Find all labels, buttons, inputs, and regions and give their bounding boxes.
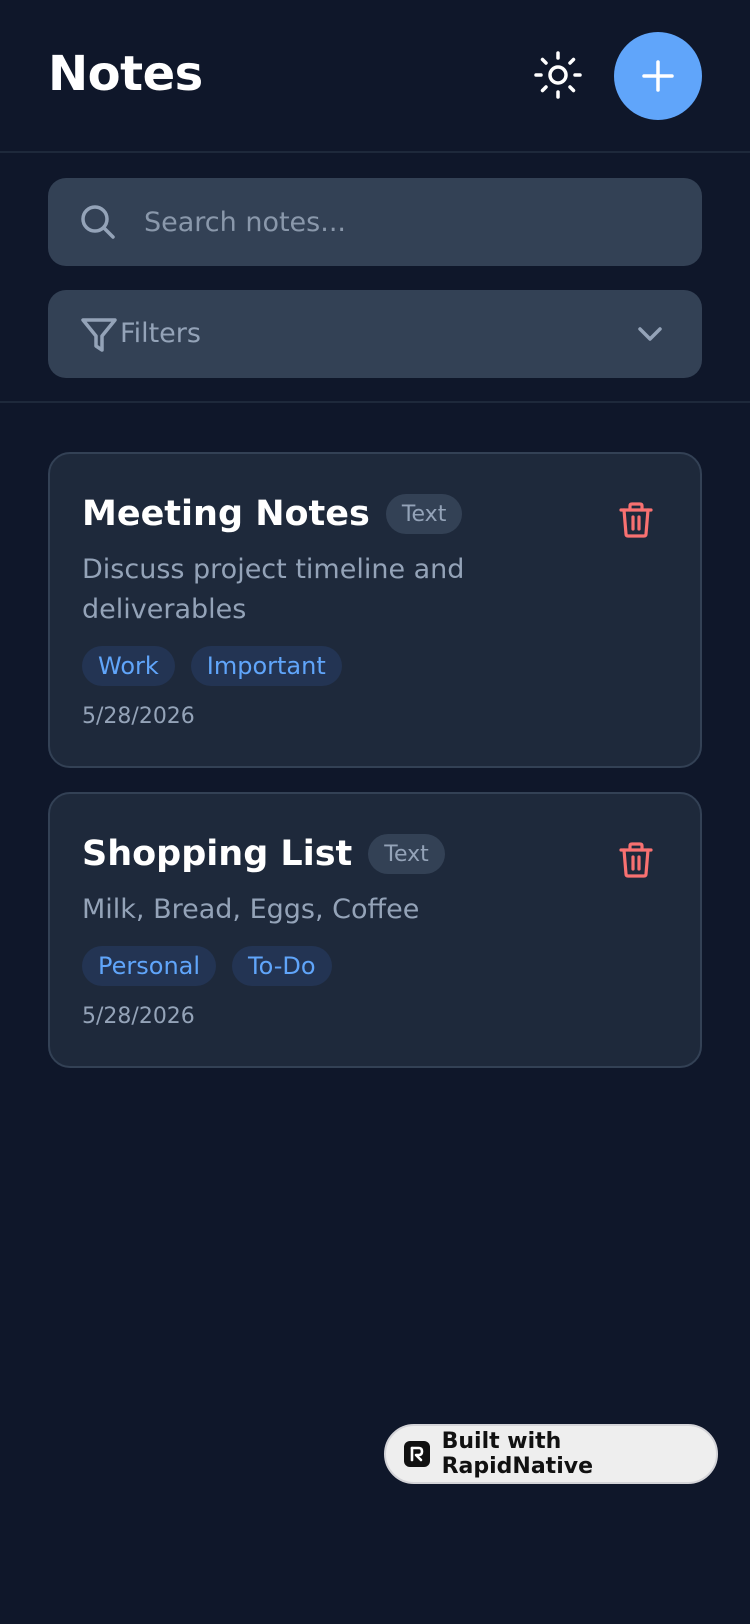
search-icon bbox=[81, 205, 115, 239]
note-type-badge: Text bbox=[385, 494, 463, 534]
tag-chip[interactable]: Personal bbox=[82, 946, 217, 986]
divider bbox=[0, 401, 750, 403]
plus-icon bbox=[642, 60, 674, 92]
tag-chip[interactable]: Important bbox=[190, 646, 342, 686]
filter-icon bbox=[81, 318, 117, 352]
built-with-label: Built with RapidNative bbox=[441, 1429, 593, 1479]
note-date: 5/28/2026 bbox=[82, 704, 195, 729]
theme-toggle-button[interactable] bbox=[533, 50, 583, 100]
delete-note-button[interactable] bbox=[614, 838, 658, 882]
note-tags: Personal To-Do bbox=[82, 946, 332, 986]
filters-dropdown[interactable]: Filters bbox=[48, 290, 702, 378]
tag-chip[interactable]: To-Do bbox=[232, 946, 332, 986]
note-title: Shopping List bbox=[82, 834, 353, 874]
tag-chip[interactable]: Work bbox=[82, 646, 175, 686]
delete-note-button[interactable] bbox=[614, 498, 658, 542]
page-title: Notes bbox=[48, 46, 203, 102]
sun-icon bbox=[534, 51, 582, 99]
note-card[interactable]: Meeting Notes Text Discuss project timel… bbox=[48, 452, 702, 768]
search-input[interactable] bbox=[144, 178, 664, 266]
built-with-badge[interactable]: Built with RapidNative bbox=[384, 1424, 718, 1484]
search-bar bbox=[48, 178, 702, 266]
note-card[interactable]: Shopping List Text Milk, Bread, Eggs, Co… bbox=[48, 792, 702, 1068]
note-title: Meeting Notes bbox=[82, 494, 370, 534]
chevron-down-icon bbox=[638, 327, 662, 341]
note-header: Meeting Notes Text bbox=[82, 494, 463, 534]
note-header: Shopping List Text bbox=[82, 834, 445, 874]
header: Notes bbox=[0, 0, 750, 153]
note-body: Discuss project timeline and deliverable… bbox=[82, 554, 465, 625]
note-type-badge: Text bbox=[368, 834, 445, 874]
add-note-button[interactable] bbox=[614, 32, 702, 120]
note-tags: Work Important bbox=[82, 646, 342, 686]
trash-icon bbox=[619, 842, 653, 878]
note-body: Milk, Bread, Eggs, Coffee bbox=[82, 894, 420, 925]
notes-screen: Notes Search notes... Filters Meeting No… bbox=[0, 0, 750, 1624]
filters-label: Filters bbox=[120, 318, 201, 349]
trash-icon bbox=[619, 502, 653, 538]
note-date: 5/28/2026 bbox=[82, 1004, 195, 1029]
rapidnative-logo-icon bbox=[404, 1441, 430, 1467]
